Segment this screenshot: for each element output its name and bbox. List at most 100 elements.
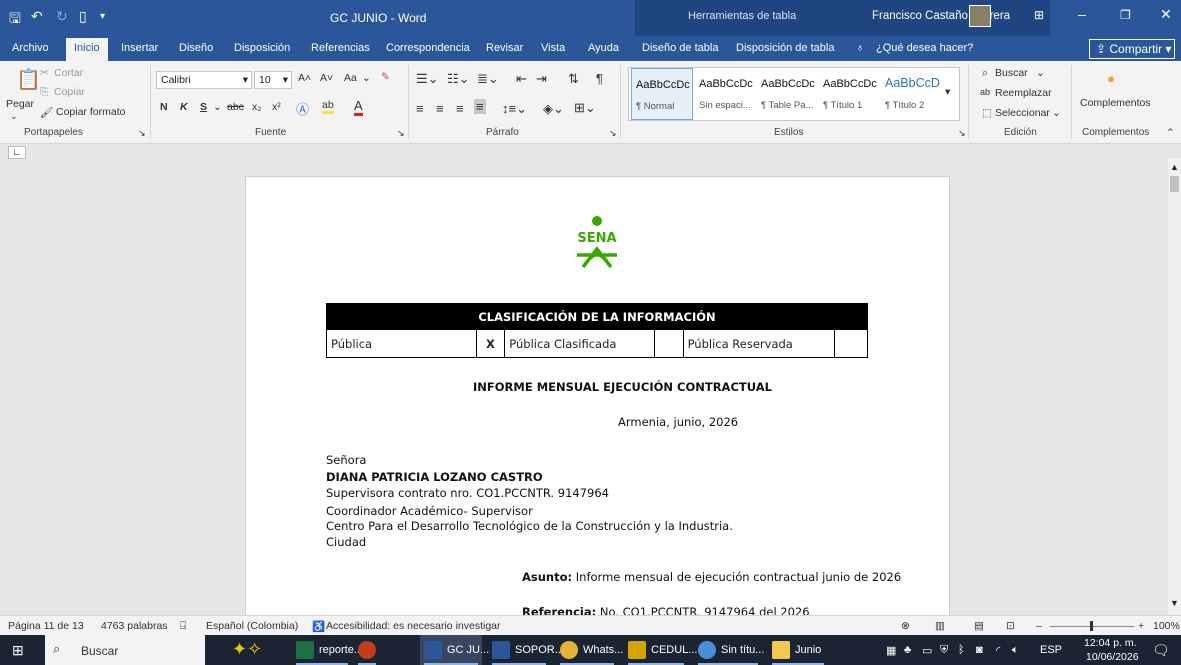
format-painter-button[interactable]: Copiar formato xyxy=(56,106,125,118)
text-effects-icon[interactable]: Ⓐ xyxy=(296,99,309,118)
cut-button[interactable]: Cortar xyxy=(54,67,83,79)
copy-button[interactable]: Copiar xyxy=(54,86,85,98)
collapse-ribbon-icon[interactable]: ⌃ xyxy=(1166,127,1175,139)
paste-icon[interactable]: 📋 xyxy=(16,67,41,92)
font-size-box[interactable]: 10 ▾ xyxy=(254,71,292,89)
align-center-icon[interactable]: ≡ xyxy=(436,101,444,116)
bluetooth-icon[interactable]: ᛒ xyxy=(958,644,965,656)
web-layout-icon[interactable]: ⊡ xyxy=(1006,620,1015,632)
tray-network-drive-icon[interactable]: ▭ xyxy=(922,644,932,657)
notifications-icon[interactable]: 🗨 xyxy=(1152,642,1170,659)
tab-referencias[interactable]: Referencias xyxy=(311,42,370,54)
save-icon[interactable]: 🖫 xyxy=(9,8,21,32)
paragraph-launcher-icon[interactable]: ↘ xyxy=(609,128,617,139)
new-document-icon[interactable]: ▯ xyxy=(79,8,87,25)
taskbar-app-pdf[interactable]: CEDUL... xyxy=(624,635,697,665)
table-cell[interactable]: Pública Reservada xyxy=(682,329,836,358)
align-left-icon[interactable]: ≡ xyxy=(416,101,424,116)
line-spacing-icon[interactable]: ↕≡⌄ xyxy=(502,101,527,117)
style-heading-2[interactable]: AaBbCcD ¶ Título 2 xyxy=(881,68,943,120)
tab-diseno[interactable]: Diseño xyxy=(179,42,213,54)
chevron-down-icon[interactable]: ⌄ xyxy=(1036,67,1045,79)
strikethrough-button[interactable]: abc xyxy=(227,101,244,113)
style-no-spacing[interactable]: AaBbCcDc Sin espaci... xyxy=(695,68,757,120)
share-button[interactable]: ⇪ Compartir ▾ xyxy=(1089,39,1175,59)
shrink-font-icon[interactable]: A˅ xyxy=(320,72,333,84)
taskbar-search[interactable]: ⌕ Buscar xyxy=(45,635,205,665)
close-icon[interactable]: ✕ xyxy=(1160,6,1172,23)
table-cell[interactable] xyxy=(653,329,684,358)
addins-button[interactable]: Complementos xyxy=(1080,97,1151,109)
language-status[interactable]: Español (Colombia) xyxy=(206,620,298,632)
focus-icon[interactable]: ⊗ xyxy=(901,620,910,632)
tab-diseno-de-tabla[interactable]: Diseño de tabla xyxy=(642,42,718,54)
table-cell[interactable]: Pública Clasificada xyxy=(504,329,655,358)
subscript-icon[interactable]: x₂ xyxy=(252,101,261,113)
tray-security-icon[interactable]: ⛨ xyxy=(940,644,948,657)
tab-selector-icon[interactable]: ∟ xyxy=(8,146,26,159)
borders-icon[interactable]: ⊞⌄ xyxy=(574,100,596,116)
tab-disposicion-de-tabla[interactable]: Disposición de tabla xyxy=(736,42,834,54)
style-heading-1[interactable]: AaBbCcDc ¶ Título 1 xyxy=(819,68,881,120)
tray-keyboard-icon[interactable]: ▦ xyxy=(886,644,896,657)
superscript-icon[interactable]: x² xyxy=(272,101,281,113)
undo-icon[interactable]: ↶ xyxy=(31,8,43,25)
tab-vista[interactable]: Vista xyxy=(541,42,565,54)
addins-icon[interactable]: ● xyxy=(1107,71,1115,86)
classification-table[interactable]: CLASIFICACIÓN DE LA INFORMACIÓN Pública … xyxy=(326,303,868,358)
copilot-sparkle-icon[interactable]: ✦✧ xyxy=(232,639,262,660)
clock-time[interactable]: 12:04 p. m. xyxy=(1084,637,1137,649)
taskbar-app-chrome[interactable]: Whats... xyxy=(556,635,623,665)
clear-formatting-icon[interactable]: ✎ xyxy=(381,71,390,83)
justify-icon[interactable]: ≡ xyxy=(474,99,486,114)
document-page[interactable]: SENA CLASIFICACIÓN DE LA INFORMACIÓN Púb… xyxy=(246,177,949,637)
decrease-indent-icon[interactable]: ⇤ xyxy=(516,71,527,87)
multilevel-list-icon[interactable]: ≣⌄ xyxy=(477,71,499,87)
chevron-down-icon[interactable]: ⌄ xyxy=(1052,107,1061,119)
taskbar-app-excel[interactable]: reporte... xyxy=(292,635,363,665)
replace-button[interactable]: Reemplazar xyxy=(995,87,1052,99)
input-language[interactable]: ESP xyxy=(1040,644,1062,656)
tab-inicio[interactable]: Inicio xyxy=(66,38,108,61)
tab-archivo[interactable]: Archivo xyxy=(12,42,49,54)
find-button[interactable]: Buscar xyxy=(995,67,1028,79)
chevron-down-icon[interactable]: ⌄ xyxy=(213,101,222,113)
tell-me-input[interactable]: ¿Qué desea hacer? xyxy=(876,42,973,54)
tab-disposicion[interactable]: Disposición xyxy=(234,42,290,54)
windows-start-icon[interactable]: ⊞ xyxy=(12,642,24,659)
zoom-thumb[interactable] xyxy=(1090,621,1093,631)
table-cell[interactable] xyxy=(834,329,868,358)
taskbar-app-word-gc[interactable]: GC JU... xyxy=(420,635,489,665)
styles-more-icon[interactable]: ▾ xyxy=(945,86,950,98)
highlight-icon[interactable]: ab xyxy=(322,99,334,114)
table-cell[interactable]: Pública xyxy=(326,329,477,358)
align-right-icon[interactable]: ≡ xyxy=(456,101,464,116)
vertical-scrollbar[interactable]: ▲ ▼ xyxy=(1168,158,1181,615)
paste-dropdown-icon[interactable]: ⌄ xyxy=(10,111,18,122)
tab-revisar[interactable]: Revisar xyxy=(486,42,523,54)
clipboard-launcher-icon[interactable]: ↘ xyxy=(138,128,146,139)
taskbar-app-explorer[interactable]: Junio xyxy=(768,635,828,665)
ribbon-display-options-icon[interactable]: ⊞ xyxy=(1034,8,1044,22)
scroll-down-icon[interactable]: ▼ xyxy=(1170,598,1179,608)
accessibility-status[interactable]: Accesibilidad: es necesario investigar xyxy=(326,620,501,632)
style-normal[interactable]: AaBbCcDc ¶ Normal xyxy=(631,68,693,120)
wifi-icon[interactable]: ◜ xyxy=(996,644,1000,657)
numbering-icon[interactable]: ☷⌄ xyxy=(447,71,470,87)
page-count[interactable]: Página 11 de 13 xyxy=(8,620,84,632)
scroll-thumb[interactable] xyxy=(1170,176,1179,192)
shading-icon[interactable]: ◈⌄ xyxy=(543,101,564,117)
taskbar-app-paint[interactable]: Sin títu... xyxy=(694,635,764,665)
grow-font-icon[interactable]: A˄ xyxy=(298,72,311,84)
font-name-box[interactable]: Calibri ▾ xyxy=(156,71,252,89)
scroll-up-icon[interactable]: ▲ xyxy=(1170,162,1179,172)
print-layout-icon[interactable]: ▤ xyxy=(974,620,984,632)
styles-launcher-icon[interactable]: ↘ xyxy=(958,128,966,139)
taskbar-app-word-soporte[interactable]: SOPOR... xyxy=(488,635,564,665)
read-mode-icon[interactable]: ▥ xyxy=(935,620,945,632)
font-color-icon[interactable]: A xyxy=(354,98,363,116)
tray-app2-icon[interactable]: ◙ xyxy=(976,644,983,656)
increase-indent-icon[interactable]: ⇥ xyxy=(536,71,547,87)
style-table-paragraph[interactable]: AaBbCcDc ¶ Table Pa... xyxy=(757,68,819,120)
zoom-level[interactable]: 100% xyxy=(1153,620,1180,632)
